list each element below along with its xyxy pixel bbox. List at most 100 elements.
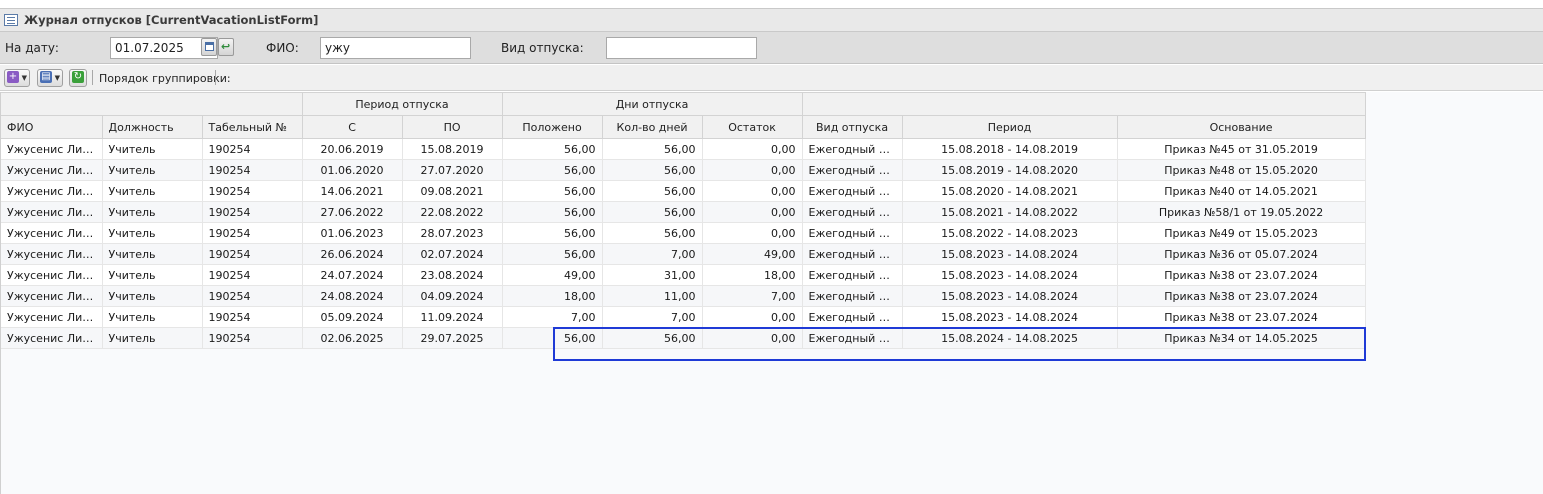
toolbar-separator: [215, 70, 216, 85]
refresh-icon: ↻: [72, 71, 84, 83]
cell-remain: 0,00: [702, 222, 803, 244]
cell-basis: Приказ №58/1 от 19.05.2022: [1117, 201, 1366, 223]
cell-fio: Ужусенис Лилия: [1, 201, 103, 223]
cell-tabnum: 190254: [202, 243, 303, 265]
fio-input[interactable]: [320, 37, 471, 59]
window-titlebar: Журнал отпусков [CurrentVacationListForm…: [0, 8, 1543, 32]
cell-to: 29.07.2025: [402, 327, 503, 349]
vacation-grid: Период отпуска Дни отпуска ФИО Должность…: [0, 92, 1543, 494]
table-row[interactable]: Ужусенис Лилия Учитель 190254 05.09.2024 11.…: [1, 306, 1366, 328]
cell-type: Ежегодный отпуск: [802, 138, 903, 160]
table-row[interactable]: Ужусенис Лилия Учитель 190254 26.06.2024 02.…: [1, 243, 1366, 265]
cell-to: 27.07.2020: [402, 159, 503, 181]
vacation-type-input[interactable]: [606, 37, 757, 59]
col-entitled[interactable]: Положено: [502, 115, 603, 139]
cell-to: 11.09.2024: [402, 306, 503, 328]
vacation-table: Период отпуска Дни отпуска ФИО Должность…: [1, 92, 1366, 349]
col-from[interactable]: С: [302, 115, 403, 139]
calendar-button[interactable]: [201, 38, 217, 56]
form-list-icon: [4, 14, 18, 26]
cell-type: Ежегодный отпуск: [802, 201, 903, 223]
cell-from: 01.06.2023: [302, 222, 403, 244]
cell-basis: Приказ №38 от 23.07.2024: [1117, 264, 1366, 286]
today-button[interactable]: ↩: [218, 38, 234, 56]
col-type[interactable]: Вид отпуска: [802, 115, 903, 139]
col-position[interactable]: Должность: [102, 115, 203, 139]
col-tabnum[interactable]: Табельный №: [202, 115, 303, 139]
table-row[interactable]: Ужусенис Лилия Учитель 190254 27.06.2022 22.…: [1, 201, 1366, 223]
cell-basis: Приказ №48 от 15.05.2020: [1117, 159, 1366, 181]
cell-entitled: 49,00: [502, 264, 603, 286]
cell-period: 15.08.2020 - 14.08.2021: [902, 180, 1118, 202]
cell-remain: 0,00: [702, 201, 803, 223]
cell-position: Учитель: [102, 138, 203, 160]
cell-type: Ежегодный отпуск: [802, 243, 903, 265]
group-header-period: Период отпуска: [302, 92, 503, 116]
refresh-button[interactable]: ↻: [69, 69, 87, 87]
cell-basis: Приказ №36 от 05.07.2024: [1117, 243, 1366, 265]
table-row[interactable]: Ужусенис Лилия Учитель 190254 01.06.2023 28.…: [1, 222, 1366, 244]
cell-type: Ежегодный отпуск: [802, 264, 903, 286]
group-header-empty: [802, 92, 1366, 116]
cell-period: 15.08.2023 - 14.08.2024: [902, 285, 1118, 307]
cell-count: 56,00: [602, 327, 703, 349]
cell-position: Учитель: [102, 327, 203, 349]
cell-count: 56,00: [602, 138, 703, 160]
col-basis[interactable]: Основание: [1117, 115, 1366, 139]
add-menu-button[interactable]: + ▼: [4, 69, 30, 87]
cell-to: 15.08.2019: [402, 138, 503, 160]
table-row[interactable]: Ужусенис Лилия Учитель 190254 14.06.2021 09.…: [1, 180, 1366, 202]
cell-period: 15.08.2022 - 14.08.2023: [902, 222, 1118, 244]
print-menu-button[interactable]: ▤ ▼: [37, 69, 63, 87]
table-row[interactable]: Ужусенис Лилия Учитель 190254 24.08.2024 04.…: [1, 285, 1366, 307]
cell-count: 7,00: [602, 243, 703, 265]
cell-tabnum: 190254: [202, 264, 303, 286]
cell-count: 7,00: [602, 306, 703, 328]
cell-remain: 0,00: [702, 138, 803, 160]
col-to[interactable]: ПО: [402, 115, 503, 139]
col-remain[interactable]: Остаток: [702, 115, 803, 139]
today-arrow-icon: ↩: [221, 40, 231, 53]
cell-fio: Ужусенис Лилия: [1, 264, 103, 286]
cell-type: Ежегодный отпуск: [802, 285, 903, 307]
cell-basis: Приказ №38 от 23.07.2024: [1117, 306, 1366, 328]
cell-from: 24.07.2024: [302, 264, 403, 286]
cell-tabnum: 190254: [202, 180, 303, 202]
table-row[interactable]: Ужусенис Лилия Учитель 190254 01.06.2020 27.…: [1, 159, 1366, 181]
cell-count: 31,00: [602, 264, 703, 286]
table-row[interactable]: Ужусенис Лилия Учитель 190254 24.07.2024 23.…: [1, 264, 1366, 286]
print-icon: ▤: [40, 71, 52, 83]
cell-from: 05.09.2024: [302, 306, 403, 328]
col-fio[interactable]: ФИО: [1, 115, 103, 139]
cell-remain: 0,00: [702, 327, 803, 349]
group-header-empty: [1, 92, 303, 116]
cell-basis: Приказ №49 от 15.05.2023: [1117, 222, 1366, 244]
cell-entitled: 18,00: [502, 285, 603, 307]
col-period[interactable]: Период: [902, 115, 1118, 139]
window-title: Журнал отпусков [CurrentVacationListForm…: [24, 13, 319, 27]
cell-remain: 0,00: [702, 180, 803, 202]
cell-basis: Приказ №34 от 14.05.2025: [1117, 327, 1366, 349]
cell-type: Ежегодный отпуск: [802, 159, 903, 181]
cell-basis: Приказ №45 от 31.05.2019: [1117, 138, 1366, 160]
cell-tabnum: 190254: [202, 222, 303, 244]
toolbar-separator: [92, 70, 93, 85]
cell-to: 09.08.2021: [402, 180, 503, 202]
cell-type: Ежегодный отпуск: [802, 327, 903, 349]
cell-tabnum: 190254: [202, 327, 303, 349]
col-count[interactable]: Кол-во дней: [602, 115, 703, 139]
table-row[interactable]: Ужусенис Лилия Учитель 190254 20.06.2019 15.…: [1, 138, 1366, 160]
filter-bar: На дату: ↩ ФИО: Вид отпуска:: [0, 32, 1543, 64]
cell-to: 22.08.2022: [402, 201, 503, 223]
cell-count: 11,00: [602, 285, 703, 307]
dropdown-arrow-icon: ▼: [54, 74, 60, 82]
cell-position: Учитель: [102, 243, 203, 265]
cell-from: 14.06.2021: [302, 180, 403, 202]
add-icon: +: [7, 71, 19, 83]
cell-position: Учитель: [102, 285, 203, 307]
toolbar: + ▼ ▤ ▼ ↻ Порядок группировки:: [0, 65, 1543, 91]
cell-entitled: 56,00: [502, 159, 603, 181]
cell-entitled: 7,00: [502, 306, 603, 328]
calendar-icon: [205, 42, 214, 51]
table-row[interactable]: Ужусенис Лилия Учитель 190254 02.06.2025 29.…: [1, 327, 1366, 349]
